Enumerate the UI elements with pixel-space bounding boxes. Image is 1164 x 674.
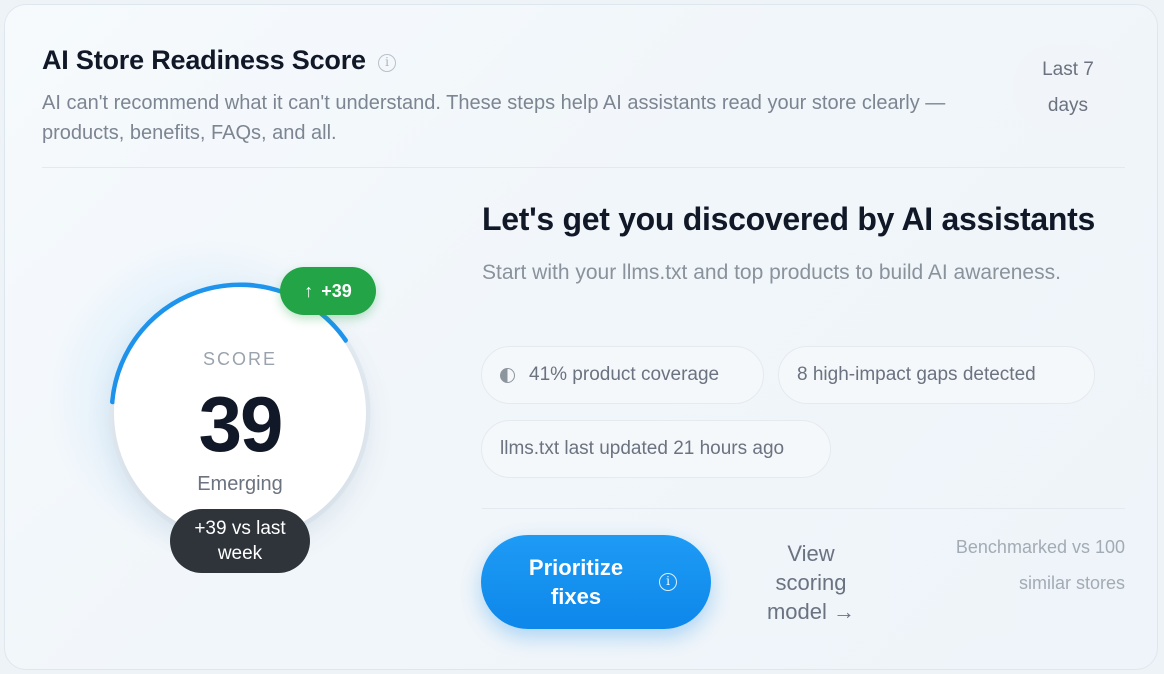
period-selector[interactable]: Last 7 days [1013, 45, 1123, 131]
gaps-label: 8 high-impact gaps detected [797, 364, 1036, 385]
info-icon[interactable]: i [659, 573, 677, 591]
llms-updated-pill: llms.txt last updated 21 hours ago [481, 420, 831, 478]
info-icon[interactable]: i [378, 54, 396, 72]
score-label: SCORE [202, 349, 277, 369]
prioritize-fixes-label: Prioritize fixes [528, 555, 624, 609]
score-delta-label: +39 [321, 280, 352, 301]
score-circle: SCORE 39 Emerging [114, 287, 366, 539]
coverage-label: 41% product coverage [529, 364, 720, 385]
week-change-badge: +39 vs last week [170, 509, 310, 573]
header-divider [42, 167, 1125, 168]
gaps-pill: 8 high-impact gaps detected [778, 346, 1095, 404]
score-value: 39 [198, 380, 284, 468]
main-description: Start with your llms.txt and top product… [482, 261, 1061, 284]
week-change-label: +39 vs last week [194, 518, 286, 564]
card-subtitle: AI can't recommend what it can't underst… [42, 92, 946, 144]
llms-updated-label: llms.txt last updated 21 hours ago [500, 438, 785, 459]
prioritize-fixes-button[interactable]: Prioritize fixes i [481, 535, 711, 629]
score-delta-badge: ↑ +39 [280, 267, 376, 315]
arrow-up-icon: ↑ [304, 280, 314, 301]
actions-divider [482, 508, 1125, 509]
main-headline: Let's get you discovered by AI assistant… [482, 201, 1095, 237]
view-scoring-model-link[interactable]: View scoring model → [753, 539, 869, 626]
benchmark-note: Benchmarked vs 100 similar stores [955, 537, 1125, 593]
coverage-pill: 41% product coverage [481, 346, 764, 404]
card-title: AI Store Readiness Score [42, 45, 366, 75]
score-status: Emerging [197, 473, 283, 495]
readiness-card: AI Store Readiness Score i AI can't reco… [4, 4, 1158, 670]
period-label: Last 7 days [1042, 59, 1094, 116]
half-circle-icon [500, 367, 515, 383]
